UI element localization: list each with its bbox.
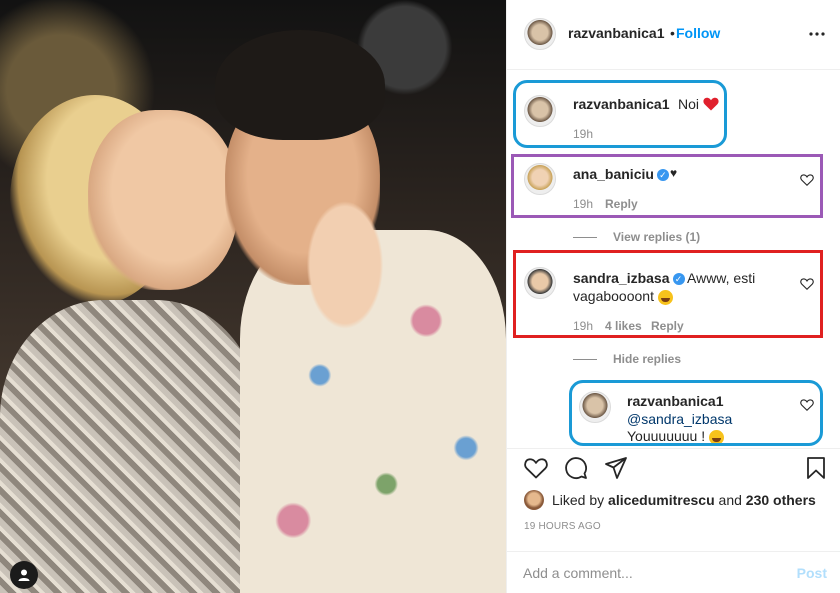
add-comment-bar: Post xyxy=(507,551,840,593)
post-header: razvanbanica1 • Follow xyxy=(507,0,840,70)
add-comment-input[interactable] xyxy=(523,563,783,583)
comment-icon[interactable] xyxy=(563,455,589,481)
annotation-ring-caption xyxy=(513,80,727,148)
header-separator: • xyxy=(670,25,675,41)
post-timestamp[interactable]: 19 HOURS AGO xyxy=(524,521,601,532)
share-icon[interactable] xyxy=(603,455,629,481)
view-replies-button[interactable]: View replies (1) xyxy=(573,230,700,244)
post-sidebar: razvanbanica1 • Follow razvanbanica1 Noi… xyxy=(506,0,840,593)
action-bar xyxy=(507,448,840,488)
likes-others-button[interactable]: 230 others xyxy=(746,492,816,508)
more-options-icon[interactable] xyxy=(807,25,827,43)
liker-avatar xyxy=(524,490,544,510)
hide-replies-button[interactable]: Hide replies xyxy=(573,352,681,366)
author-avatar[interactable] xyxy=(524,18,556,50)
post-comment-button[interactable]: Post xyxy=(797,565,827,581)
save-bookmark-icon[interactable] xyxy=(803,455,829,481)
annotation-box-purple xyxy=(511,154,823,218)
follow-button[interactable]: Follow xyxy=(676,25,720,41)
annotation-ring-reply xyxy=(569,380,823,446)
replies-divider xyxy=(573,359,597,361)
likes-summary: Liked by alicedumitrescu and 230 others xyxy=(524,490,816,510)
post-photo[interactable] xyxy=(0,0,506,593)
annotation-box-red xyxy=(513,250,823,338)
user-icon xyxy=(18,569,30,581)
likes-and: and xyxy=(718,492,742,508)
photo-man-hair xyxy=(215,30,385,140)
replies-divider xyxy=(573,237,597,239)
photo-woman-face xyxy=(88,110,238,290)
like-icon[interactable] xyxy=(523,455,549,481)
author-username[interactable]: razvanbanica1 xyxy=(568,25,665,41)
liker-username[interactable]: alicedumitrescu xyxy=(608,492,715,508)
photo-woman-dress xyxy=(0,300,260,593)
photo-hand xyxy=(300,190,390,340)
tagged-users-button[interactable] xyxy=(10,561,38,589)
likes-prefix: Liked by xyxy=(552,492,605,508)
